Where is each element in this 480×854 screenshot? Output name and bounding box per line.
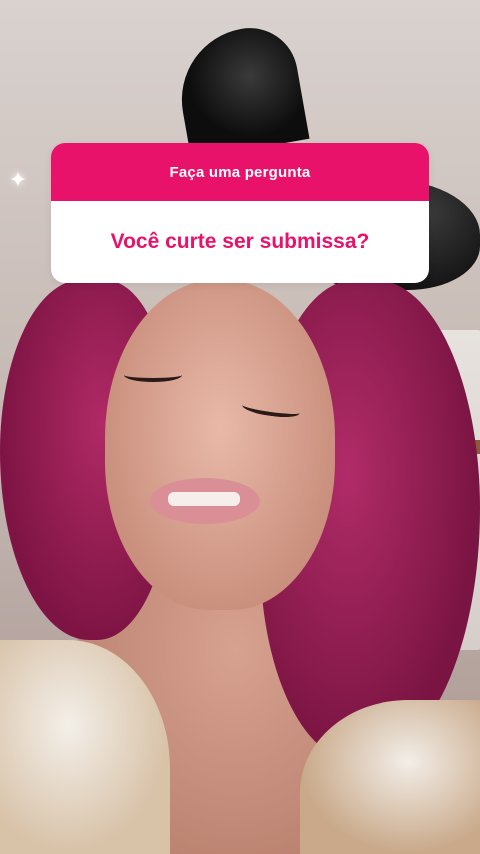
question-text: Você curte ser submissa? xyxy=(110,230,370,253)
question-sticker-title: Faça uma pergunta xyxy=(169,163,311,181)
question-sticker-body: Você curte ser submissa? xyxy=(51,201,429,283)
sparkle-icon: ✦ xyxy=(8,167,28,192)
photo-teeth xyxy=(168,492,240,506)
photo-eye-left xyxy=(124,368,182,382)
background-hat xyxy=(170,20,310,160)
question-sticker-header: Faça uma pergunta xyxy=(51,143,429,201)
photo-face xyxy=(105,280,335,610)
question-sticker[interactable]: Faça uma pergunta Você curte ser submiss… xyxy=(51,143,429,283)
story-frame: ✦ Faça uma pergunta Você curte ser submi… xyxy=(0,0,480,854)
